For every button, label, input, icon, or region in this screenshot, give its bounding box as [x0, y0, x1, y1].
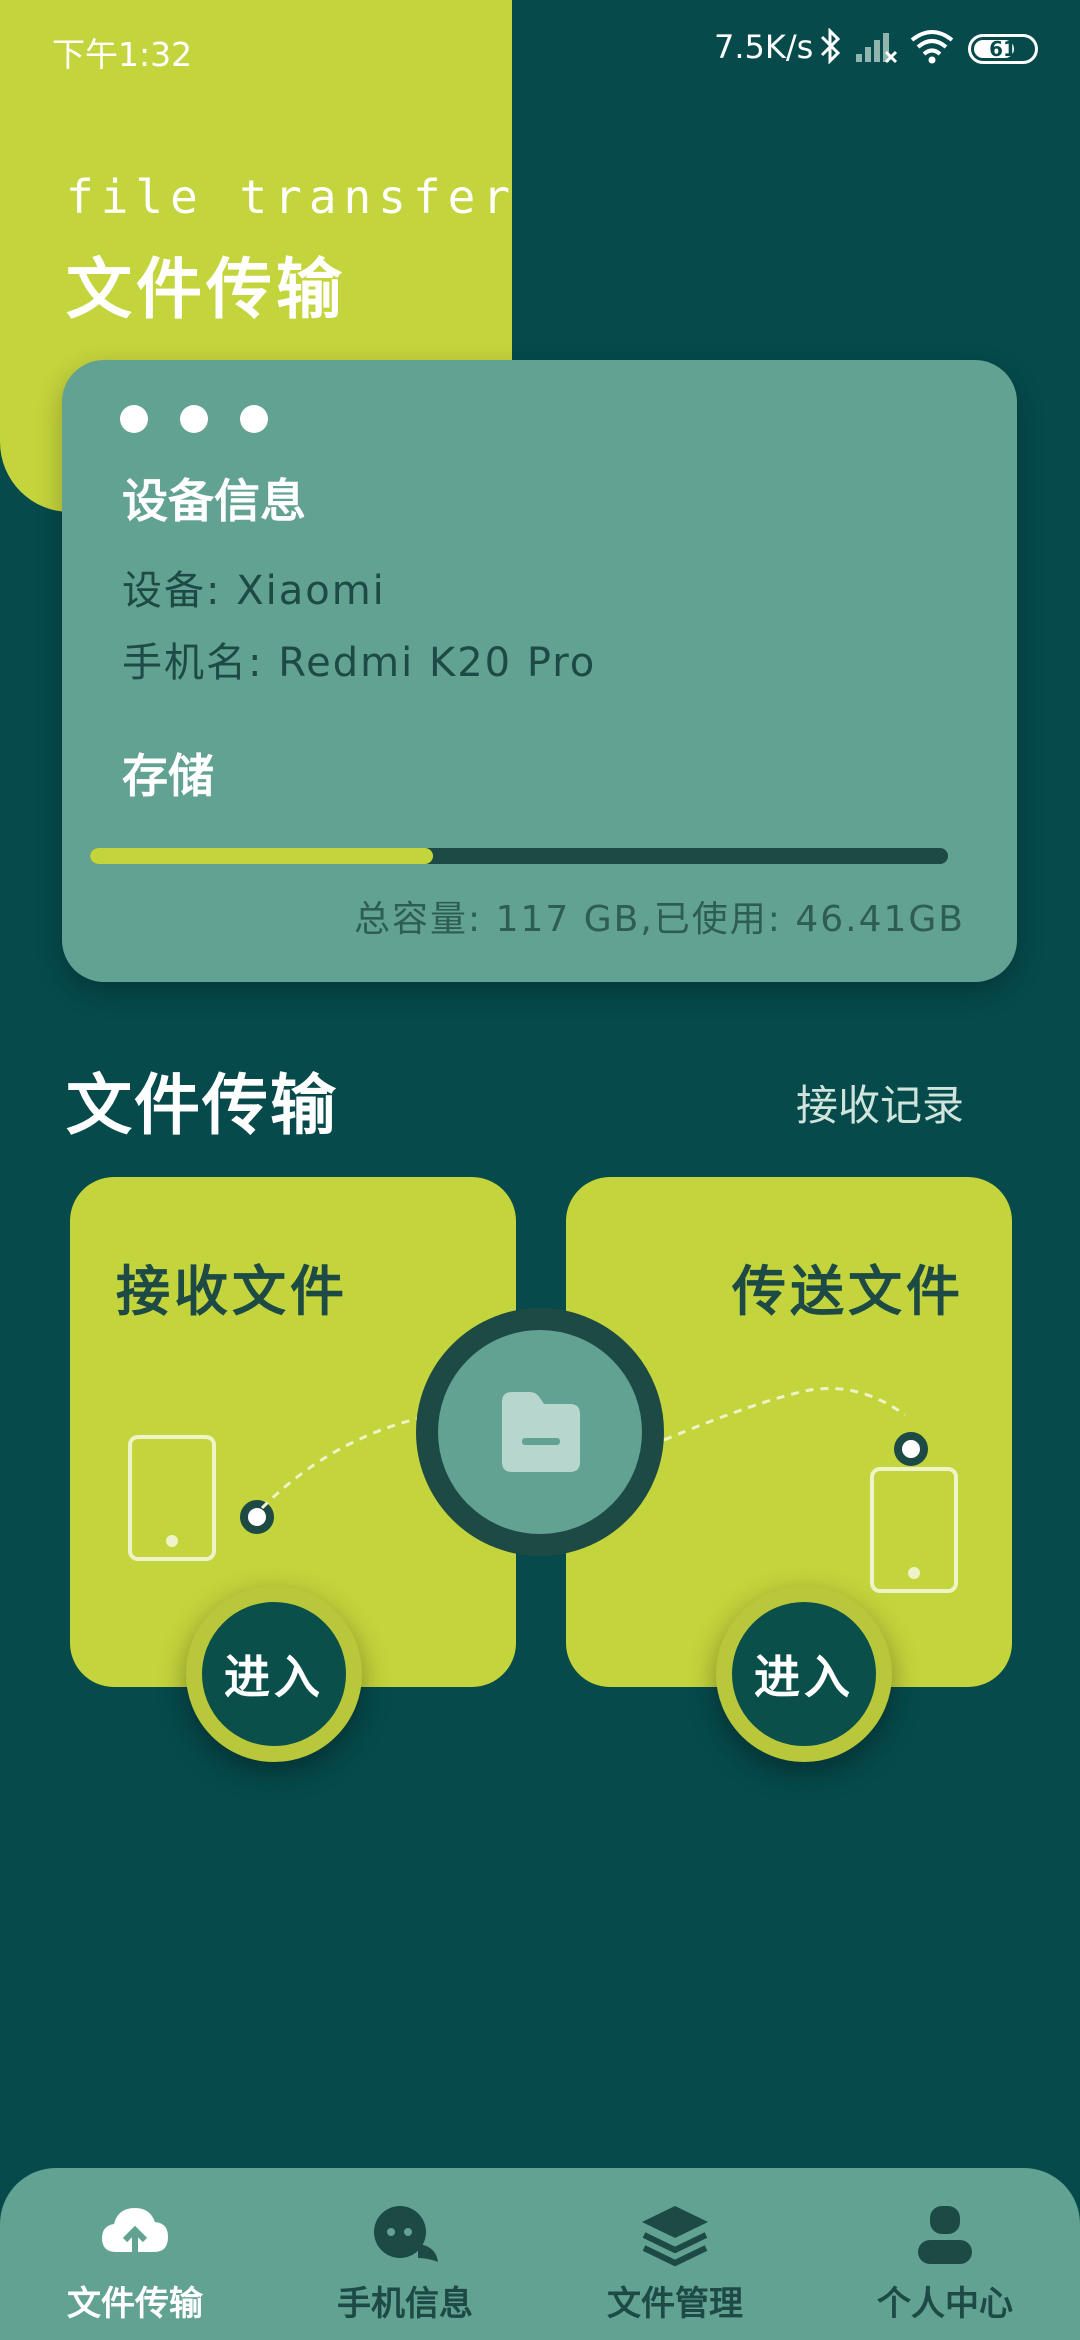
bluetooth-icon: [820, 28, 841, 64]
person-icon: [918, 2206, 972, 2264]
folder-icon: [502, 1392, 580, 1472]
receive-enter-button[interactable]: 进入: [186, 1586, 362, 1762]
network-speed: 7.5K/s: [714, 28, 814, 66]
battery-icon: 61: [968, 34, 1038, 64]
nav-label: 文件管理: [607, 2284, 743, 2324]
status-time: 下午1:32: [52, 35, 193, 74]
status-bar: 下午1:32 7.5K/s 61: [0, 0, 1080, 96]
transfer-path-lines: [260, 1386, 906, 1510]
bottom-navigation: 文件传输 手机信息 文件管理 个人中心: [0, 2168, 1080, 2340]
nav-item-phone-info[interactable]: 手机信息: [270, 2202, 540, 2325]
nav-label: 手机信息: [337, 2284, 473, 2324]
nav-label: 个人中心: [877, 2284, 1013, 2324]
chat-bubbles-icon: [374, 2206, 438, 2262]
nav-label: 文件传输: [67, 2284, 203, 2324]
nav-item-file-transfer[interactable]: 文件传输: [0, 2202, 270, 2325]
battery-level: 61: [989, 37, 1017, 61]
send-enter-button[interactable]: 进入: [716, 1586, 892, 1762]
signal-icon: [856, 33, 898, 64]
center-folder-badge: [416, 1308, 664, 1556]
enter-label: 进入: [754, 1650, 854, 1704]
nav-item-profile[interactable]: 个人中心: [810, 2202, 1080, 2325]
layers-icon: [642, 2206, 708, 2267]
cloud-upload-icon: [102, 2208, 168, 2262]
enter-label: 进入: [224, 1650, 324, 1704]
wifi-icon: [910, 30, 954, 64]
nav-item-file-manager[interactable]: 文件管理: [540, 2202, 810, 2325]
